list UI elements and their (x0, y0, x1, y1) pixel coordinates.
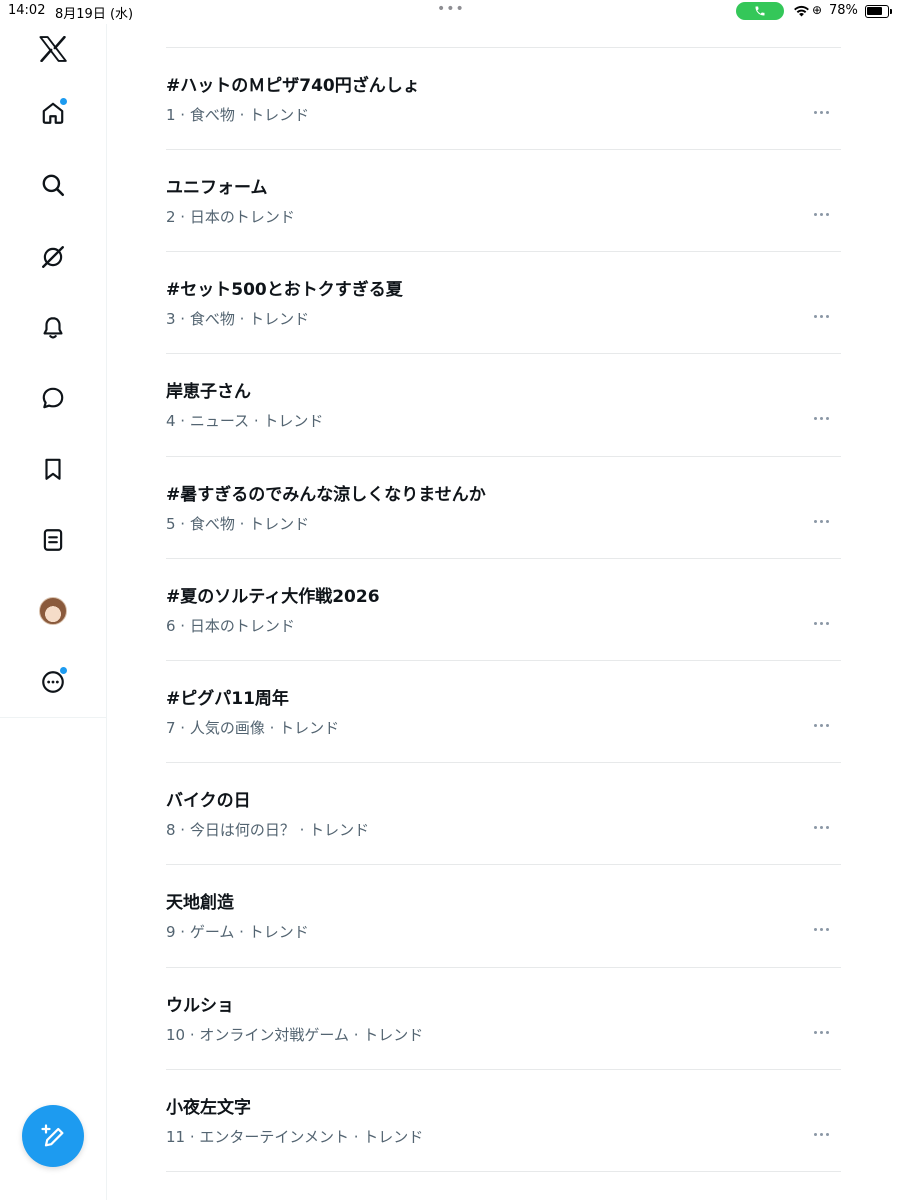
trend-meta: 10 · オンライン対戦ゲーム · トレンド (166, 1026, 424, 1044)
trend-meta: 4 · ニュース · トレンド (166, 412, 324, 430)
x-logo[interactable] (33, 29, 73, 69)
sidebar-item-lists[interactable] (33, 520, 73, 560)
trend-meta: 3 · 食べ物 · トレンド (166, 310, 310, 328)
search-icon (42, 174, 65, 197)
trend-item-2[interactable]: ユニフォーム 2 · 日本のトレンド (166, 150, 841, 251)
trend-title: バイクの日 (166, 791, 251, 811)
sidebar-item-explore[interactable] (33, 165, 73, 205)
status-time: 14:02 (8, 3, 46, 18)
trend-item-4[interactable]: 岸恵子さん 4 · ニュース · トレンド (166, 354, 841, 455)
more-options-icon[interactable] (806, 408, 836, 428)
sidebar-item-home[interactable] (33, 93, 73, 133)
trends-list: #ハットのＭピザ740円ざんしょ 1 · 食べ物 · トレンド ユニフォーム 2… (108, 24, 900, 1200)
trend-title: #暑すぎるのでみんな涼しくなりませんか (166, 485, 486, 505)
sidebar-item-grok[interactable] (33, 237, 73, 277)
trend-item-7[interactable]: #ピグパ11周年 7 · 人気の画像 · トレンド (166, 661, 841, 762)
trend-item-11[interactable]: 小夜左文字 11 · エンターテインメント · トレンド (166, 1070, 841, 1171)
phone-icon (755, 6, 765, 16)
more-options-icon[interactable] (806, 715, 836, 735)
more-notification-dot (60, 667, 67, 674)
trend-item-6[interactable]: #夏のソルティ大作戦2026 6 · 日本のトレンド (166, 559, 841, 660)
sidebar-item-profile[interactable] (33, 591, 73, 631)
trend-title: #ハットのＭピザ740円ざんしょ (166, 76, 420, 96)
more-options-icon[interactable] (806, 613, 836, 633)
list-icon (43, 529, 63, 551)
compose-button[interactable] (22, 1105, 84, 1167)
trend-title: 小夜左文字 (166, 1098, 251, 1118)
home-notification-dot (60, 98, 67, 105)
trend-meta: 9 · ゲーム · トレンド (166, 923, 309, 941)
trend-meta: 1 · 食べ物 · トレンド (166, 106, 310, 124)
trend-title: 岸恵子さん (166, 382, 251, 402)
compose-icon (41, 1124, 64, 1147)
sidebar-item-bookmarks[interactable] (33, 449, 73, 489)
battery-tip (890, 9, 892, 14)
trend-title: #セット500とおトクすぎる夏 (166, 280, 403, 300)
divider (166, 1171, 841, 1172)
grok-icon (42, 246, 64, 268)
trend-meta: 6 · 日本のトレンド (166, 617, 295, 635)
status-date: 8月19日 (水) (55, 7, 134, 22)
bookmark-icon (45, 458, 61, 480)
sidebar (0, 24, 107, 1200)
multitasking-dots-icon[interactable]: ••• (437, 1, 465, 17)
trend-item-3[interactable]: #セット500とおトクすぎる夏 3 · 食べ物 · トレンド (166, 252, 841, 353)
status-bar: 14:02 8月19日 (水) ••• ⊕ 78% (0, 0, 900, 24)
avatar (39, 597, 67, 625)
more-options-icon[interactable] (806, 306, 836, 326)
more-options-icon[interactable] (806, 1022, 836, 1042)
more-options-icon[interactable] (806, 919, 836, 939)
trend-item-8[interactable]: バイクの日 8 · 今日は何の日？ · トレンド (166, 763, 841, 864)
battery-percent: 78% (829, 3, 858, 18)
more-options-icon[interactable] (806, 102, 836, 122)
sidebar-item-notifications[interactable] (33, 308, 73, 348)
battery-fill (867, 7, 882, 15)
more-options-icon[interactable] (806, 817, 836, 837)
more-options-icon[interactable] (806, 1124, 836, 1144)
sidebar-item-more[interactable] (33, 662, 73, 702)
trend-title: ユニフォーム (166, 178, 268, 198)
trend-item-9[interactable]: 天地創造 9 · ゲーム · トレンド (166, 865, 841, 966)
trend-item-10[interactable]: ウルショ 10 · オンライン対戦ゲーム · トレンド (166, 968, 841, 1069)
trend-meta: 11 · エンターテインメント · トレンド (166, 1128, 424, 1146)
battery-icon (865, 5, 889, 18)
trend-meta: 8 · 今日は何の日？ · トレンド (166, 821, 370, 839)
trend-title: 天地創造 (166, 893, 234, 913)
trend-meta: 2 · 日本のトレンド (166, 208, 295, 226)
trend-title: ウルショ (166, 996, 234, 1016)
x-logo-icon (39, 36, 67, 62)
trend-meta: 7 · 人気の画像 · トレンド (166, 719, 340, 737)
trend-meta: 5 · 食べ物 · トレンド (166, 515, 310, 533)
sidebar-item-messages[interactable] (33, 378, 73, 418)
location-lock-icon: ⊕ (812, 3, 823, 17)
more-options-icon[interactable] (806, 204, 836, 224)
more-options-icon[interactable] (806, 511, 836, 531)
trend-item-5[interactable]: #暑すぎるのでみんな涼しくなりませんか 5 · 食べ物 · トレンド (166, 457, 841, 558)
active-call-pill[interactable] (736, 2, 784, 20)
wifi-icon (794, 5, 809, 17)
trend-item-1[interactable]: #ハットのＭピザ740円ざんしょ 1 · 食べ物 · トレンド (166, 48, 841, 149)
bell-icon (43, 317, 63, 339)
sidebar-divider (0, 717, 107, 718)
trend-title: #夏のソルティ大作戦2026 (166, 587, 380, 607)
chat-bubble-icon (42, 387, 64, 409)
trend-title: #ピグパ11周年 (166, 689, 289, 709)
